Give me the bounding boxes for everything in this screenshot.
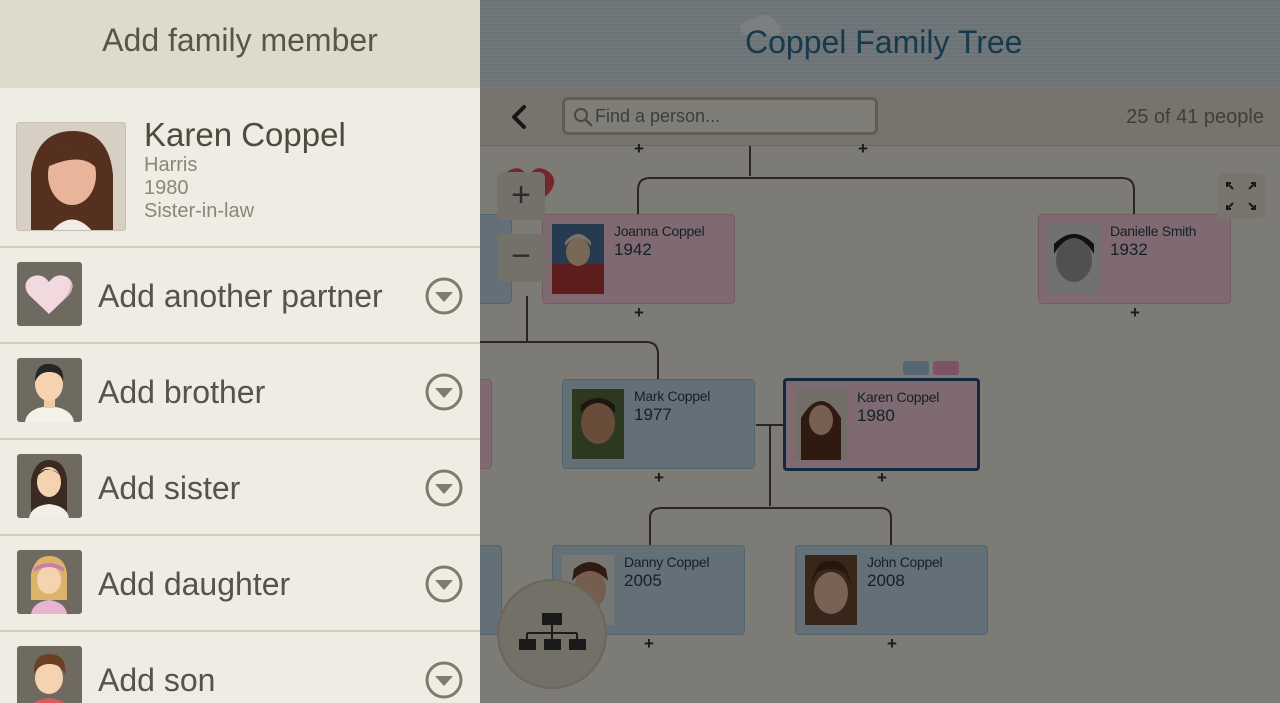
heart-icon	[17, 262, 82, 326]
add-sister-label: Add sister	[98, 470, 241, 506]
female-avatar-icon	[17, 454, 82, 518]
add-son-row[interactable]: Add son	[0, 632, 480, 703]
selected-person-summary: Karen Coppel Harris 1980 Sister-in-law	[0, 88, 480, 248]
girl-avatar-icon	[17, 550, 82, 614]
add-daughter-label: Add daughter	[98, 566, 291, 602]
chevron-down-icon[interactable]	[424, 564, 464, 604]
chevron-down-icon[interactable]	[424, 468, 464, 508]
drawer-title: Add family member	[102, 22, 378, 58]
add-family-member-drawer: Add family member Karen Coppel Harris 19…	[0, 0, 480, 703]
chevron-down-icon[interactable]	[424, 372, 464, 412]
add-daughter-row[interactable]: Add daughter	[0, 536, 480, 632]
chevron-down-icon[interactable]	[424, 660, 464, 700]
profile-birth-year: 1980	[144, 177, 189, 199]
chevron-down-icon[interactable]	[424, 276, 464, 316]
male-avatar-icon	[17, 358, 82, 422]
boy-avatar-icon	[17, 646, 82, 703]
add-brother-label: Add brother	[98, 374, 266, 410]
drawer-header: Add family member	[0, 0, 480, 88]
add-brother-row[interactable]: Add brother	[0, 344, 480, 440]
profile-name: Karen Coppel	[144, 116, 346, 153]
add-sister-row[interactable]: Add sister	[0, 440, 480, 536]
add-son-label: Add son	[98, 662, 216, 698]
profile-relation: Sister-in-law	[144, 200, 255, 222]
profile-maiden-name: Harris	[144, 154, 198, 176]
add-partner-label: Add another partner	[98, 278, 383, 314]
add-partner-row[interactable]: Add another partner	[0, 248, 480, 344]
profile-photo	[16, 122, 126, 231]
